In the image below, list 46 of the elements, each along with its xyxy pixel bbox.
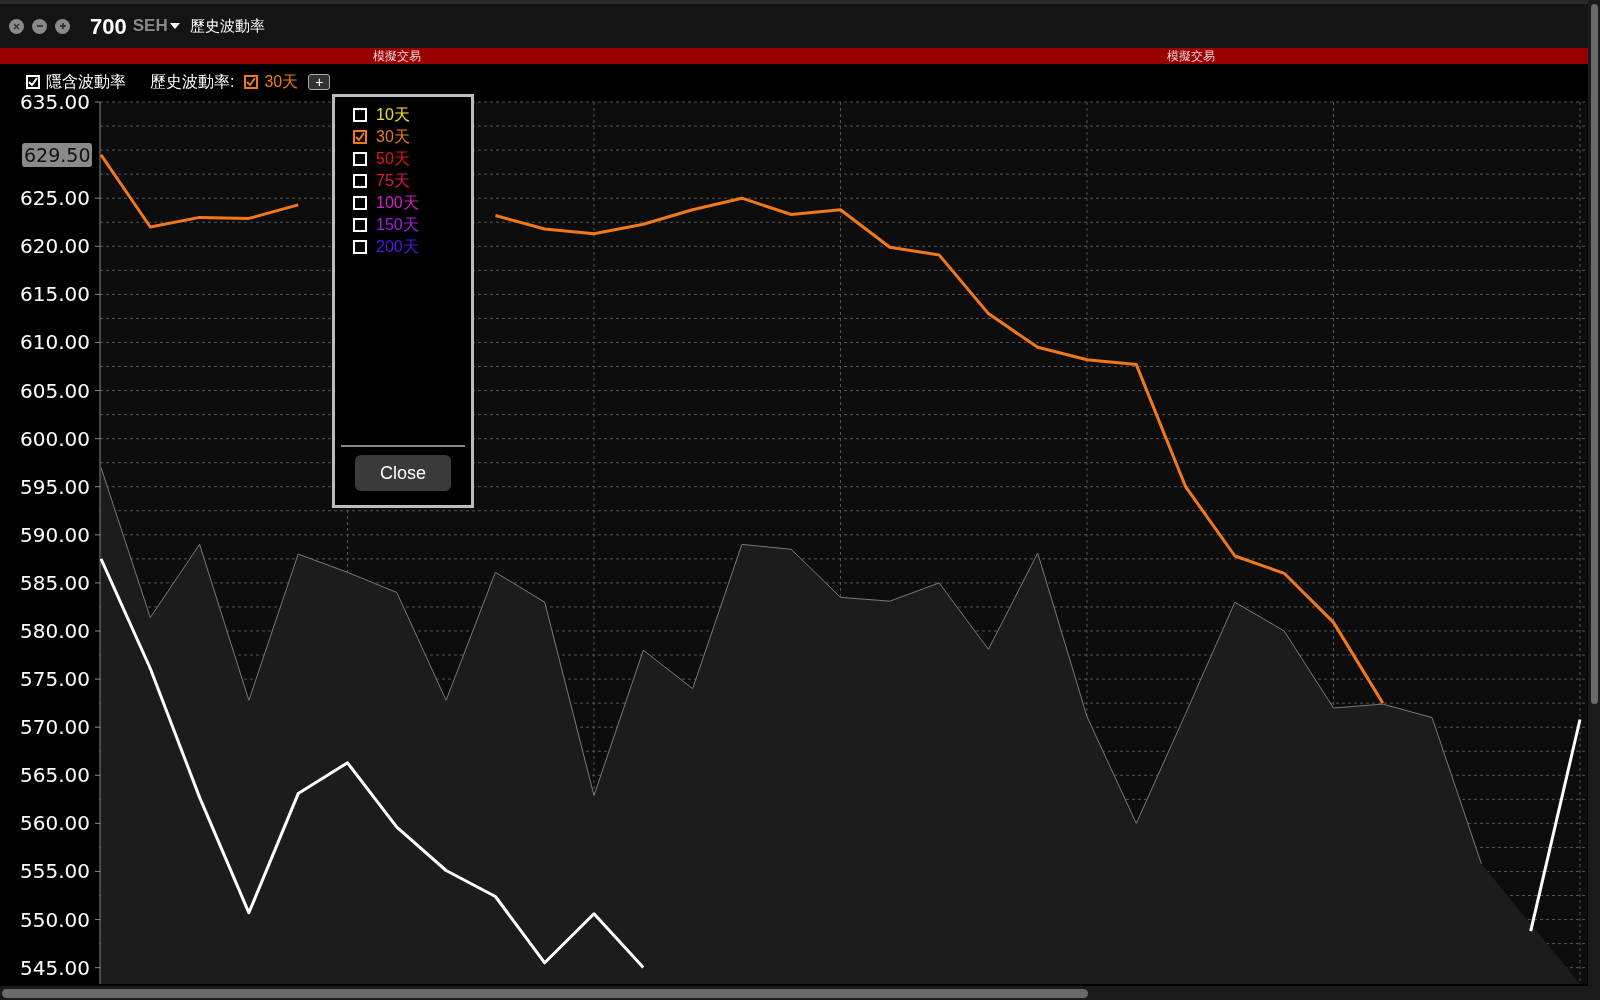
y-axis-label: 600.00 bbox=[20, 426, 90, 451]
y-axis-label: 595.00 bbox=[20, 474, 90, 499]
checkbox[interactable] bbox=[353, 130, 367, 144]
y-axis-label: 575.00 bbox=[20, 667, 90, 692]
price-tag: 629.50 bbox=[22, 142, 93, 167]
simulated-trading-label: 模擬交易 bbox=[1167, 48, 1215, 64]
period-option[interactable]: 30天 bbox=[376, 125, 410, 149]
y-axis-label: 615.00 bbox=[20, 282, 90, 307]
y-axis-label: 570.00 bbox=[20, 715, 90, 740]
close-button[interactable] bbox=[9, 18, 24, 34]
scrollbar-thumb[interactable] bbox=[2, 988, 1088, 998]
minimize-button[interactable] bbox=[32, 18, 47, 34]
close-icon bbox=[13, 22, 20, 30]
checkbox[interactable] bbox=[244, 75, 259, 89]
period-option[interactable]: 50天 bbox=[376, 147, 410, 171]
period-option[interactable]: 150天 bbox=[376, 213, 419, 237]
y-axis-label: 585.00 bbox=[20, 570, 90, 595]
y-axis-label: 580.00 bbox=[20, 619, 90, 643]
minus-icon bbox=[35, 22, 44, 30]
period-option[interactable]: 75天 bbox=[376, 169, 410, 193]
dropdown-caret-icon[interactable] bbox=[169, 22, 180, 30]
period-option[interactable]: 100天 bbox=[376, 191, 419, 215]
y-axis-label: 550.00 bbox=[20, 907, 90, 932]
plus-icon bbox=[58, 22, 67, 30]
close-button[interactable]: Close bbox=[355, 455, 451, 491]
y-axis-label: 590.00 bbox=[20, 522, 90, 547]
y-axis-label: 565.00 bbox=[20, 763, 90, 788]
zoom-button[interactable] bbox=[55, 18, 70, 34]
y-axis-label: 555.00 bbox=[20, 859, 90, 884]
y-axis-label: 610.00 bbox=[20, 330, 90, 355]
window-title: 歷史波動率 bbox=[189, 15, 265, 36]
y-axis-label: 560.00 bbox=[20, 811, 90, 836]
checkbox-label: 30天 bbox=[264, 72, 299, 92]
period-option[interactable]: 10天 bbox=[376, 103, 410, 127]
exchange-label: SEH bbox=[132, 15, 168, 38]
y-axis-label: 625.00 bbox=[20, 186, 90, 211]
simulated-trading-label: 模擬交易 bbox=[373, 48, 421, 64]
y-axis-label: 635.00 bbox=[20, 90, 90, 114]
symbol: 700 bbox=[90, 12, 127, 41]
y-axis-label: 620.00 bbox=[20, 234, 90, 259]
checkbox-label: 隱含波動率 bbox=[46, 72, 126, 92]
scrollbar-thumb[interactable] bbox=[1590, 4, 1598, 704]
add-button[interactable]: + bbox=[308, 74, 331, 90]
y-axis-label: 605.00 bbox=[20, 378, 90, 403]
toolbar-label: 歷史波動率: bbox=[150, 72, 235, 92]
y-axis-label: 545.00 bbox=[20, 955, 90, 980]
